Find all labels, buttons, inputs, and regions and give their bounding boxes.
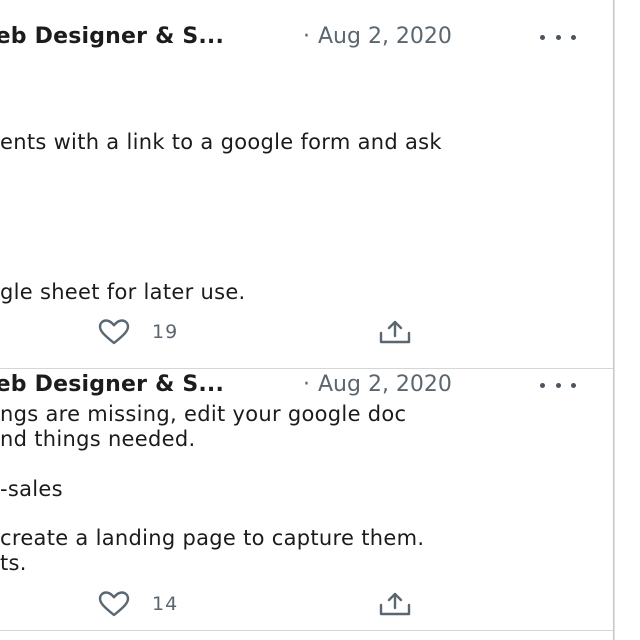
like-count: 19 bbox=[152, 321, 179, 343]
like-button[interactable]: 19 bbox=[98, 319, 178, 345]
tweet-text-line: ngs are missing, edit your google doc bbox=[0, 402, 407, 426]
heart-icon bbox=[98, 319, 130, 345]
tweet-text-line: -sales bbox=[0, 477, 63, 501]
tweet-date[interactable]: · Aug 2, 2020 bbox=[303, 24, 452, 49]
tweet-text-line: ents with a link to a google form and as… bbox=[0, 130, 442, 154]
tweet-card[interactable]: Web Designer & S... · Aug 2, 2020 ents wi… bbox=[0, 0, 613, 369]
date-label: Aug 2, 2020 bbox=[318, 372, 452, 397]
share-button[interactable] bbox=[378, 319, 412, 345]
tweet-text-line: ts. bbox=[0, 551, 27, 575]
share-button[interactable] bbox=[378, 591, 412, 617]
share-icon bbox=[379, 320, 411, 344]
tweet-card[interactable]: Web Designer & S... · Aug 2, 2020 ngs are… bbox=[0, 368, 613, 631]
more-options-button[interactable] bbox=[540, 375, 576, 395]
tweet-text-line: nd things needed. bbox=[0, 427, 196, 451]
author-name[interactable]: Web Designer & S... bbox=[0, 372, 224, 397]
tweet-text-line: gle sheet for later use. bbox=[0, 280, 246, 304]
separator-dot: · bbox=[303, 24, 310, 49]
like-count: 14 bbox=[152, 593, 179, 615]
tweet-date[interactable]: · Aug 2, 2020 bbox=[303, 372, 452, 397]
more-options-button[interactable] bbox=[540, 27, 576, 47]
like-button[interactable]: 14 bbox=[98, 591, 178, 617]
date-label: Aug 2, 2020 bbox=[318, 24, 452, 49]
separator-dot: · bbox=[303, 372, 310, 397]
tweet-text-line: create a landing page to capture them. bbox=[0, 526, 425, 550]
timeline-panel: Web Designer & S... · Aug 2, 2020 ents wi… bbox=[0, 0, 615, 640]
author-name[interactable]: Web Designer & S... bbox=[0, 24, 224, 49]
heart-icon bbox=[98, 591, 130, 617]
more-icon bbox=[540, 34, 545, 40]
share-icon bbox=[379, 592, 411, 616]
more-icon bbox=[540, 382, 545, 388]
